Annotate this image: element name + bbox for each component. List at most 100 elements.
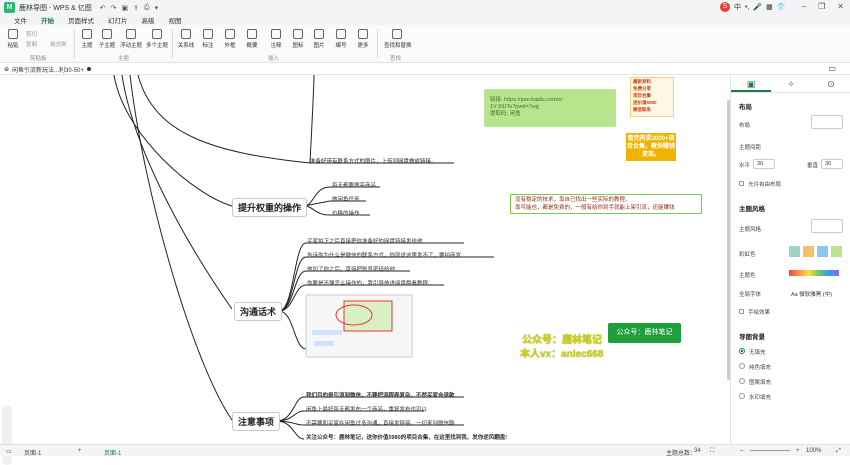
style-title: 主题风格 [739, 206, 765, 213]
hand-drawn-checkbox[interactable] [739, 309, 744, 314]
main-node-weight[interactable]: 提升权重的操作 [232, 198, 308, 217]
leaf-notes[interactable]: 关注公众号：鹿林笔记，送你价值5980的项目合集，在这里找到我，发你逆风翻盘! [306, 433, 507, 441]
bg-radio[interactable] [739, 378, 745, 384]
fit-icon[interactable]: ⛶ [710, 448, 714, 455]
sogou-icon[interactable]: S [720, 2, 730, 12]
orange-note: 最新资料 [633, 79, 651, 84]
floating-topic-button[interactable]: 浮动主题 [120, 27, 142, 49]
free-layout-checkbox[interactable] [739, 181, 744, 186]
orange-note: 微信联系 [633, 107, 651, 112]
leaf-notes[interactable]: 不需要和买家在闲鱼过多沟通，直接发链接，一切来到微信聊 [306, 419, 455, 427]
menu-page-style[interactable]: 页面样式 [68, 15, 94, 25]
theme-style-select[interactable] [811, 219, 843, 233]
ribbon: 粘贴 剪切 复制 格式刷 剪贴板 主题 子主题 浮动主题 多个主题 主题 关系线… [0, 25, 850, 63]
menu-advanced[interactable]: 高级 [142, 15, 155, 25]
note-button[interactable]: 注释 [265, 27, 287, 49]
fullscreen-icon[interactable]: ⤢ [836, 448, 841, 455]
paste-button[interactable]: 粘贴 [2, 27, 24, 49]
numbering-button[interactable]: 编号 [330, 27, 352, 49]
export-icon[interactable]: ⇪ [133, 4, 139, 12]
restore-icon[interactable]: ❐ [818, 2, 825, 11]
group-label-find: 查找 [390, 56, 402, 62]
menu-home[interactable]: 开始 [41, 15, 54, 26]
ime-item[interactable]: 👕 [777, 3, 786, 11]
layout-select[interactable] [811, 115, 843, 129]
leaf-talk[interactable]: 你要是不懂怎么操作的，我引导他进阅盘群看教程 [307, 279, 428, 287]
icon-button[interactable]: 图标 [287, 27, 309, 49]
top-text[interactable]: 准备好带有联系方式的图片，上传到网盘做成链接。 [310, 157, 437, 165]
save-icon[interactable]: ▣ [121, 4, 128, 12]
leaf-notes[interactable]: 我们目的是引流到微信，不要把流程弄复杂，不然买家会退款 [306, 391, 455, 399]
mindmap-canvas[interactable]: 准备好带有联系方式的图片，上传到网盘做成链接。 链接: https://pan.… [14, 75, 730, 444]
menu-view[interactable]: 视图 [169, 15, 182, 25]
swatch[interactable] [789, 246, 800, 257]
ime-item[interactable]: ▦ [766, 3, 773, 11]
window-controls: – ❐ ✕ [802, 2, 844, 11]
redo-icon[interactable]: ↷ [111, 4, 117, 12]
boundary-icon [225, 29, 235, 39]
boundary-button[interactable]: 外框 [219, 27, 241, 49]
zoom-level[interactable]: 100% [806, 448, 821, 454]
find-replace-button[interactable]: 查找和替换 [384, 27, 412, 49]
zoom-out-icon[interactable]: – [740, 448, 743, 454]
print-icon[interactable]: ⎙ [144, 4, 150, 12]
bg-radio[interactable] [739, 348, 745, 354]
sparkle-tab-icon[interactable]: ✧ [771, 75, 811, 92]
zoom-in-icon[interactable]: + [796, 448, 800, 454]
multi-topic-icon [152, 29, 162, 39]
summary-button[interactable]: 概要 [241, 27, 263, 49]
leaf-talk[interactable]: 买家拍下之后直接把你准备好的网盘链接发给他 [307, 237, 423, 245]
document-tab[interactable]: ⊕ 闲鱼引流新玩法...利30-50+ [4, 64, 91, 74]
note-popup[interactable]: 没有稳定的技术，靠自己找出一些实际的教程。 靠可能也，都是免费的，一般有给你到手… [510, 194, 702, 214]
swatch[interactable] [803, 246, 814, 257]
more-button[interactable]: 更多 [352, 27, 374, 49]
image-button[interactable]: 图片 [308, 27, 330, 49]
add-page-button[interactable]: + [78, 448, 82, 454]
poster-top: 最新资料 免费分享 项目合集 送价值5980 微信联系 [630, 77, 674, 117]
leaf-weight[interactable]: 每天都要擦亮商品 [332, 181, 376, 189]
more-icon[interactable]: ▾ [155, 4, 159, 12]
ime-item[interactable]: 🎤 [753, 3, 762, 11]
bg-radio[interactable] [739, 363, 745, 369]
page-panel-icon[interactable]: ▭ [6, 448, 12, 455]
subtopic-button[interactable]: 子主题 [96, 27, 118, 49]
leaf-notes[interactable]: 闲鱼上最好每天都发布一个商品，重复发布也可以 [306, 405, 427, 413]
minimize-icon[interactable]: – [802, 2, 806, 11]
leaf-weight[interactable]: 做闲鱼任务 [332, 195, 360, 203]
main-node-notes[interactable]: 注意事项 [232, 412, 281, 431]
format-painter-button[interactable]: 格式刷 [50, 40, 67, 48]
main-node-talk[interactable]: 沟通话术 [234, 302, 283, 321]
multi-topic-button[interactable]: 多个主题 [146, 27, 168, 49]
close-icon[interactable]: ✕ [837, 2, 844, 11]
menu-slides[interactable]: 幻灯片 [108, 15, 128, 25]
floating-toolbar[interactable] [2, 405, 12, 465]
bg-radio[interactable] [739, 393, 745, 399]
leaf-talk[interactable]: 告诉你为什么是微信的联系方式，你就说这里发不了，要拍商发 [307, 251, 461, 259]
vertical-input[interactable]: 30 [821, 159, 843, 169]
link-image[interactable]: 链接: https://pan.baidu.com/s/ 1V 6lUTe?pw… [484, 89, 616, 127]
ime-item[interactable]: 中 [734, 2, 741, 12]
swatch[interactable] [831, 246, 842, 257]
panel-toggle-icon[interactable]: ▭ [828, 64, 836, 73]
style-tab-icon[interactable]: ▣ [731, 75, 771, 92]
orange-note: 项目合集 [633, 93, 651, 98]
theme-color-label: 主题色 [739, 273, 756, 279]
copy-button[interactable]: 复制 [26, 40, 37, 48]
orange-poster[interactable]: 最新资料 免费分享 项目合集 送价值5980 微信联系 看完再说3000+项目合… [622, 75, 682, 163]
leaf-talk[interactable]: 他加了你之后，直接把账号密码给他 [307, 265, 395, 273]
relation-line-button[interactable]: 关系线 [175, 27, 197, 49]
location-tab-icon[interactable]: ⊙ [811, 75, 850, 92]
undo-icon[interactable]: ↶ [100, 4, 106, 12]
theme-color-bar[interactable] [789, 270, 839, 276]
callout-button[interactable]: 标注 [197, 27, 219, 49]
cut-button[interactable]: 剪切 [26, 30, 37, 38]
rainbow-swatches [789, 246, 842, 257]
swatch[interactable] [817, 246, 828, 257]
leaf-weight[interactable]: 价格的操作 [332, 209, 360, 217]
topic-button[interactable]: 主题 [76, 27, 98, 49]
menu-file[interactable]: 文件 [14, 15, 27, 25]
zoom-slider[interactable] [750, 450, 790, 451]
global-font-value[interactable]: Aa 微软雅黑 (中) [791, 290, 832, 298]
ime-item[interactable]: •, [745, 4, 749, 11]
horizontal-input[interactable]: 30 [753, 159, 775, 169]
